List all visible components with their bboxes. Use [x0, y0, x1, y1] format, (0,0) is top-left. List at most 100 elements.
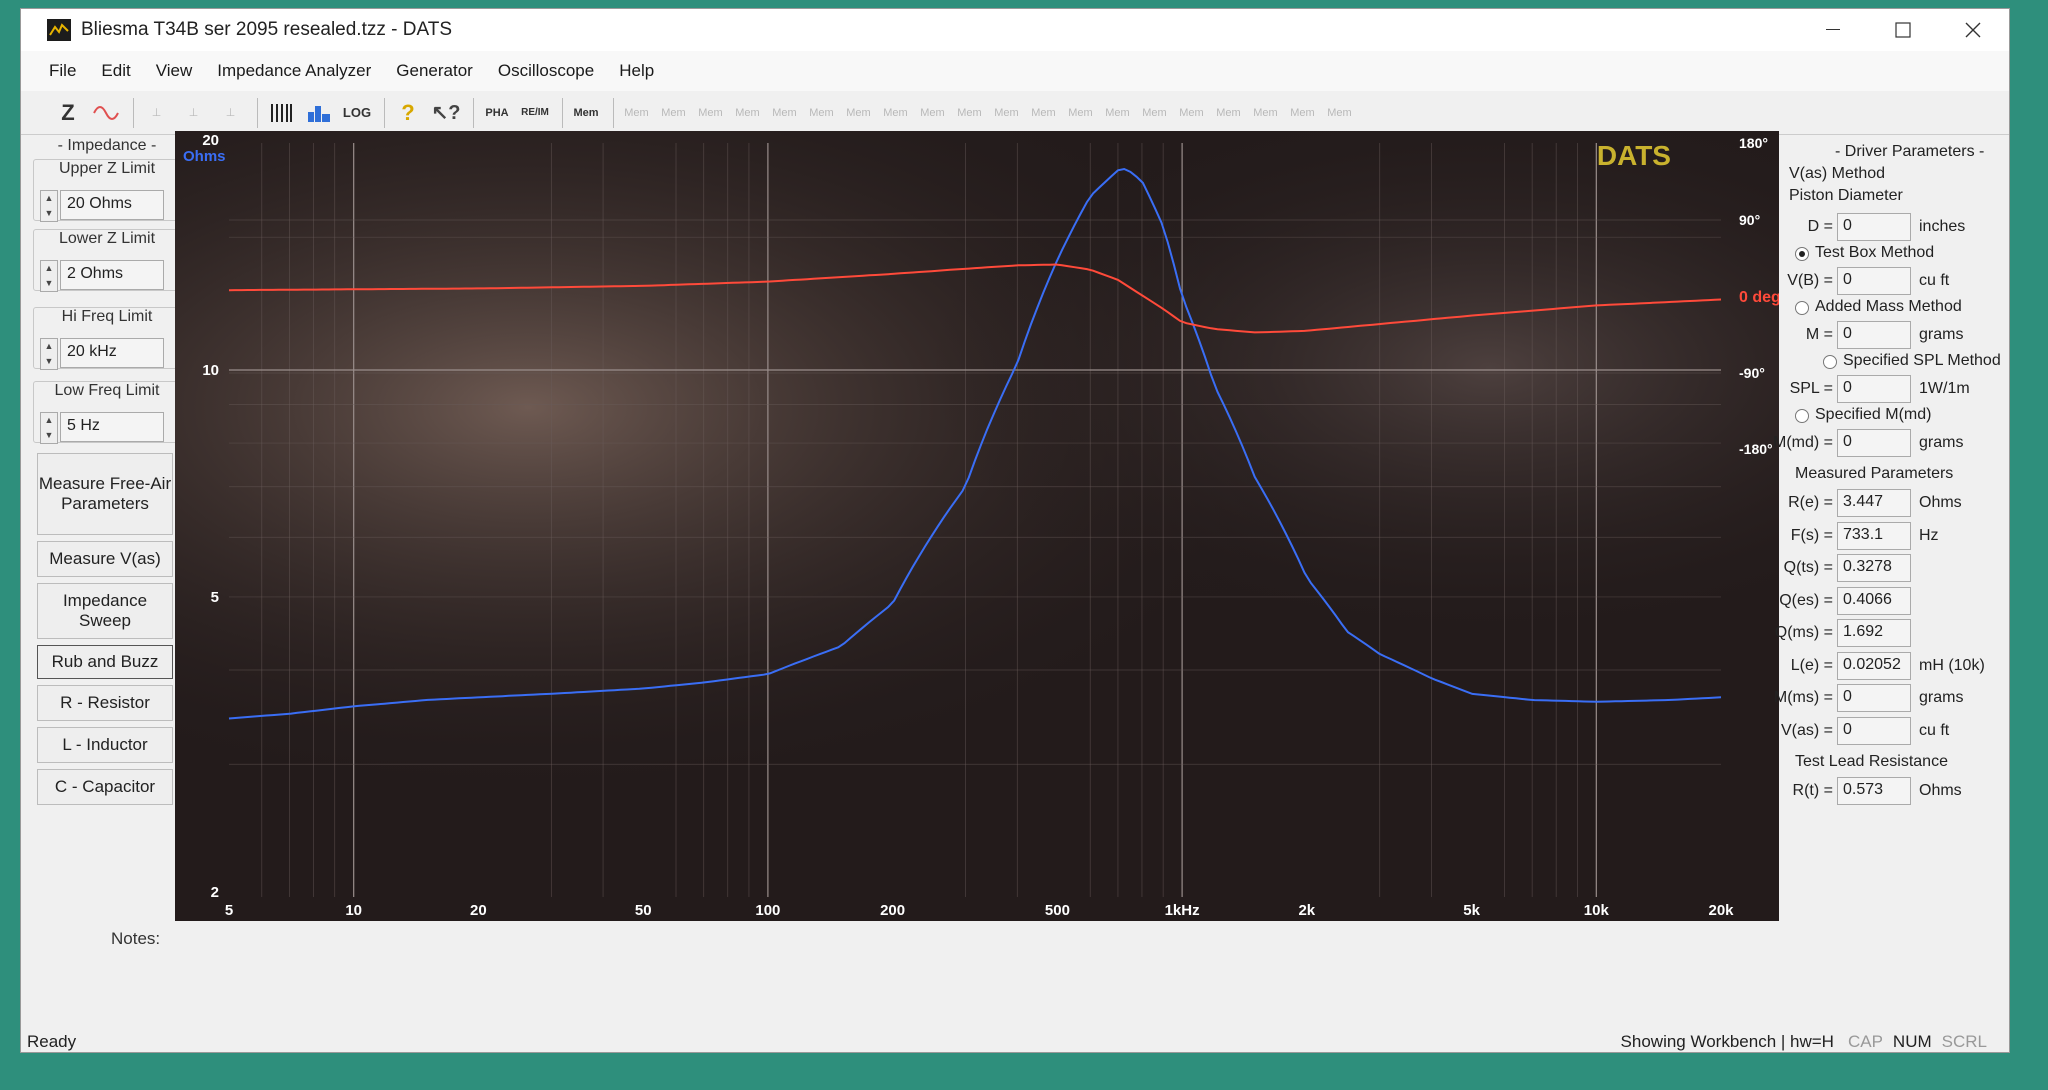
menu-oscilloscope[interactable]: Oscilloscope	[498, 61, 594, 81]
menu-help[interactable]: Help	[619, 61, 654, 81]
measured-value-input[interactable]: 3.447	[1837, 489, 1911, 517]
memory-slot-button[interactable]: Mem	[916, 96, 949, 130]
hi-freq-spinner[interactable]: ▲ ▼	[40, 338, 58, 370]
capacitor-button[interactable]: C - Capacitor	[37, 769, 173, 805]
measured-parameters-title: Measured Parameters	[1795, 465, 1954, 482]
memory-slot-button[interactable]: Mem	[1212, 96, 1245, 130]
measured-unit: Ohms	[1919, 494, 1962, 511]
x-tick-label: 5	[225, 902, 233, 919]
menu-view[interactable]: View	[156, 61, 193, 81]
impedance-sweep-button[interactable]: Impedance Sweep	[37, 583, 173, 639]
low-freq-limit-input[interactable]: 5 Hz	[60, 412, 164, 442]
impedance-plot[interactable]: 5 10 20 50 100 200 500 1kHz 2k 5k 10k 20k 20 10 5 2 Ohms…	[175, 131, 1781, 921]
dats-brand-label: DATS	[1597, 140, 1671, 171]
measure-free-air-button[interactable]: Measure Free-Air Parameters	[37, 453, 173, 535]
measured-label: Q(ts) =	[1783, 559, 1833, 576]
memory-slot-button[interactable]: Mem	[1175, 96, 1208, 130]
memory-slot-button[interactable]: Mem	[805, 96, 838, 130]
memory-slot-button[interactable]: Mem	[657, 96, 690, 130]
memory-slot-button[interactable]: Mem	[953, 96, 986, 130]
measured-value-input[interactable]: 733.1	[1837, 521, 1911, 550]
menu-generator[interactable]: Generator	[396, 61, 473, 81]
lower-z-spinner[interactable]: ▲ ▼	[40, 260, 58, 292]
toolbar-separator	[384, 97, 385, 128]
measured-value-input[interactable]: 1.692	[1837, 619, 1911, 647]
specified-spl-radio[interactable]	[1823, 355, 1837, 369]
maximize-button[interactable]	[1867, 9, 1939, 51]
mass-unit: grams	[1919, 326, 1964, 343]
minimize-button[interactable]	[1797, 9, 1869, 51]
memory-slot-button[interactable]: Mem	[1064, 96, 1097, 130]
mmd-input[interactable]: 0	[1837, 429, 1911, 457]
inductor-button[interactable]: L - Inductor	[37, 727, 173, 763]
measure-vas-button[interactable]: Measure V(as)	[37, 541, 173, 577]
memory-slots: Mem Mem Mem Mem Mem Mem Mem Mem Mem Mem Mem Mem Mem M…	[620, 96, 1360, 130]
memory-slot-button[interactable]: Mem	[1138, 96, 1171, 130]
disabled-tool-icon[interactable]: ⊥	[177, 96, 210, 130]
upper-z-limit-input[interactable]: 20 Ohms	[60, 190, 164, 220]
x-tick-label: 10k	[1584, 902, 1610, 919]
grid-lines-icon[interactable]	[264, 96, 298, 130]
memory-slot-button[interactable]: Mem	[1027, 96, 1060, 130]
menu-file[interactable]: File	[49, 61, 76, 81]
memory-slot-button[interactable]: Mem	[1286, 96, 1319, 130]
y-tick-label: 20	[202, 132, 219, 149]
test-lead-input[interactable]: 0.573	[1837, 777, 1911, 805]
measured-value-input[interactable]: 0.02052	[1837, 651, 1911, 680]
disabled-tool-icon[interactable]: ⊥	[214, 96, 247, 130]
memory-slot-button[interactable]: Mem	[768, 96, 801, 130]
log-scale-icon[interactable]: LOG	[340, 96, 374, 130]
spl-input[interactable]: 0	[1837, 375, 1911, 403]
measured-value-input[interactable]: 0	[1837, 716, 1911, 745]
notes-label: Notes:	[111, 929, 161, 948]
disabled-tool-icon[interactable]: ⊥	[140, 96, 173, 130]
bar-chart-icon[interactable]	[302, 96, 336, 130]
status-ready: Ready	[27, 1031, 77, 1051]
added-mass-radio[interactable]	[1795, 301, 1809, 315]
added-mass-method-label: Added Mass Method	[1815, 298, 1962, 315]
memory-slot-button[interactable]: Mem	[842, 96, 875, 130]
vb-input[interactable]: 0	[1837, 267, 1911, 295]
menu-impedance-analyzer[interactable]: Impedance Analyzer	[217, 61, 371, 81]
measured-value-input[interactable]: 0	[1837, 684, 1911, 712]
mass-input[interactable]: 0	[1837, 321, 1911, 349]
memory-slot-button[interactable]: Mem	[620, 96, 653, 130]
memory-button[interactable]: Mem	[569, 96, 603, 130]
memory-slot-button[interactable]: Mem	[1249, 96, 1282, 130]
memory-slot-button[interactable]: Mem	[1101, 96, 1134, 130]
hi-freq-limit-input[interactable]: 20 kHz	[60, 338, 164, 368]
upper-z-spinner[interactable]: ▲ ▼	[40, 190, 58, 222]
lower-z-limit-input[interactable]: 2 Ohms	[60, 260, 164, 290]
sine-wave-icon[interactable]	[89, 96, 123, 130]
measured-label: M(ms) =	[1773, 689, 1833, 706]
menu-edit[interactable]: Edit	[101, 61, 130, 81]
memory-slot-button[interactable]: Mem	[879, 96, 912, 130]
test-box-radio[interactable]	[1795, 247, 1809, 261]
measured-label: V(as) =	[1780, 721, 1833, 739]
rub-and-buzz-button[interactable]: Rub and Buzz	[37, 645, 173, 679]
low-freq-spinner[interactable]: ▲ ▼	[40, 412, 58, 444]
x-tick-label: 100	[755, 902, 780, 919]
phase-tick-label: 180°	[1739, 135, 1768, 151]
specified-mmd-radio[interactable]	[1795, 409, 1809, 423]
memory-slot-button[interactable]: Mem	[990, 96, 1023, 130]
context-help-icon[interactable]: ↖?	[429, 96, 463, 130]
driver-parameters-title: - Driver Parameters -	[1835, 143, 1985, 160]
measured-row: Q(es) = 0.4066	[1769, 586, 1985, 615]
x-tick-label: 500	[1045, 902, 1070, 919]
impedance-z-button[interactable]: Z	[51, 96, 85, 130]
memory-slot-button[interactable]: Mem	[694, 96, 727, 130]
real-imag-button[interactable]: RE/IM	[518, 96, 552, 130]
close-button[interactable]	[1937, 9, 2009, 51]
phase-button[interactable]: PHA	[480, 96, 514, 130]
diameter-row: D = 0 inches	[1769, 213, 1985, 241]
diameter-input[interactable]: 0	[1837, 213, 1911, 241]
memory-slot-button[interactable]: Mem	[731, 96, 764, 130]
measured-value-input[interactable]: 0.4066	[1837, 586, 1911, 615]
measured-unit	[1915, 555, 1985, 581]
y-tick-label: 5	[211, 589, 219, 606]
measured-value-input[interactable]: 0.3278	[1837, 554, 1911, 582]
memory-slot-button[interactable]: Mem	[1323, 96, 1356, 130]
resistor-button[interactable]: R - Resistor	[37, 685, 173, 721]
help-icon[interactable]: ?	[391, 96, 425, 130]
